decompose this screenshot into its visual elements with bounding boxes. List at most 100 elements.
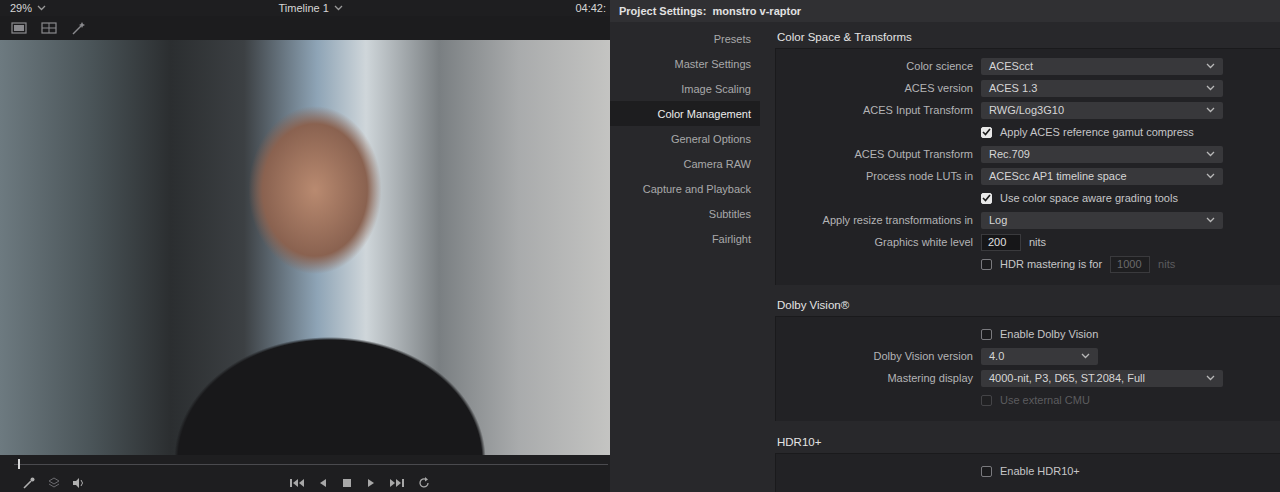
sidebar-item[interactable]: Color Management <box>610 101 760 126</box>
setting-row: Use external CMU <box>776 389 1280 411</box>
setting-control: ACEScc AP1 timeline space <box>981 168 1223 185</box>
dropdown-value: ACES 1.3 <box>989 82 1037 94</box>
setting-control: 200 nits <box>981 234 1046 251</box>
grid-viewer-icon[interactable] <box>41 22 57 34</box>
setting-row: Enable HDR10+ <box>776 460 1280 482</box>
chevron-down-icon[interactable] <box>37 5 46 11</box>
chevron-down-icon[interactable] <box>1081 353 1090 359</box>
chevron-down-icon[interactable] <box>1206 375 1215 381</box>
viewer-toolbar <box>0 16 610 40</box>
setting-control: Enable HDR10+ <box>981 465 1080 477</box>
scrubber[interactable] <box>0 455 610 474</box>
unit-label: nits <box>1029 236 1046 248</box>
dropdown[interactable]: ACEScc AP1 timeline space <box>981 168 1223 185</box>
dropdown[interactable]: 4.0 <box>981 348 1098 365</box>
transport-area <box>0 455 610 492</box>
setting-label: ACES version <box>776 82 973 94</box>
setting-label: Graphics white level <box>776 236 973 248</box>
reverse-play-icon[interactable] <box>318 478 328 488</box>
sidebar-item[interactable]: General Options <box>610 126 760 151</box>
speaker-icon[interactable] <box>72 477 86 489</box>
setting-row: Enable Dolby Vision <box>776 323 1280 345</box>
checkbox[interactable] <box>981 127 992 138</box>
settings-content: Color Space & TransformsColor scienceACE… <box>770 22 1280 492</box>
transport-controls <box>0 474 610 492</box>
setting-row: ACES version ACES 1.3 <box>776 77 1280 99</box>
dialog-title: Project Settings: monstro v-raptor <box>610 0 1280 22</box>
section-title: HDR10+ <box>775 431 1280 453</box>
playhead[interactable] <box>18 459 20 469</box>
checkbox-label[interactable]: Enable Dolby Vision <box>1000 328 1098 340</box>
loop-icon[interactable] <box>418 477 430 489</box>
dropdown[interactable]: Log <box>981 212 1223 229</box>
sidebar-item[interactable]: Presets <box>610 26 760 51</box>
scrubber-track <box>14 464 608 465</box>
dropdown-value: ACEScc AP1 timeline space <box>989 170 1127 182</box>
chevron-down-icon[interactable] <box>1206 173 1215 179</box>
sidebar-item[interactable]: Fairlight <box>610 226 760 251</box>
settings-sidebar: PresetsMaster SettingsImage ScalingColor… <box>610 22 770 492</box>
chevron-down-icon[interactable] <box>1206 151 1215 157</box>
magic-wand-icon[interactable] <box>71 21 87 35</box>
chevron-down-icon[interactable] <box>334 5 343 11</box>
stop-icon[interactable] <box>342 478 352 488</box>
dropdown[interactable]: ACEScct <box>981 58 1223 75</box>
timeline-name[interactable]: Timeline 1 <box>279 2 329 14</box>
setting-control: Use color space aware grading tools <box>981 192 1178 204</box>
dropdown[interactable]: Rec.709 <box>981 146 1223 163</box>
zoom-level[interactable]: 29% <box>10 2 32 14</box>
checkbox[interactable] <box>981 466 992 477</box>
setting-control: Apply ACES reference gamut compress <box>981 126 1194 138</box>
chevron-down-icon[interactable] <box>1206 217 1215 223</box>
settings-group: Enable Dolby Vision Dolby Vision version4… <box>775 316 1280 421</box>
settings-group: Enable HDR10+ <box>775 453 1280 492</box>
setting-row: Apply ACES reference gamut compress <box>776 121 1280 143</box>
layers-icon[interactable] <box>48 477 60 489</box>
dropdown[interactable]: ACES 1.3 <box>981 80 1223 97</box>
sidebar-item[interactable]: Image Scaling <box>610 76 760 101</box>
checkbox[interactable] <box>981 193 992 204</box>
checkbox-label[interactable]: HDR mastering is for <box>1000 258 1102 270</box>
setting-control: 4000-nit, P3, D65, ST.2084, Full <box>981 370 1223 387</box>
number-field[interactable]: 200 <box>981 234 1021 251</box>
last-frame-icon[interactable] <box>390 478 404 488</box>
chevron-down-icon[interactable] <box>1206 107 1215 113</box>
timecode: 04:42: <box>575 2 606 14</box>
section-title: Dolby Vision® <box>775 294 1280 316</box>
sidebar-item[interactable]: Subtitles <box>610 201 760 226</box>
checkbox <box>981 395 992 406</box>
settings-group: Color scienceACEScctACES versionACES 1.3… <box>775 48 1280 285</box>
setting-label: Process node LUTs in <box>776 170 973 182</box>
chevron-down-icon[interactable] <box>1206 85 1215 91</box>
dropdown-value: Rec.709 <box>989 148 1030 160</box>
first-frame-icon[interactable] <box>290 478 304 488</box>
eyedropper-icon[interactable] <box>22 477 36 489</box>
setting-row: Apply resize transformations in Log <box>776 209 1280 231</box>
setting-row: Dolby Vision version4.0 <box>776 345 1280 367</box>
sidebar-item[interactable]: Camera RAW <box>610 151 760 176</box>
sidebar-item[interactable]: Capture and Playback <box>610 176 760 201</box>
setting-row: ACES Input TransformRWG/Log3G10 <box>776 99 1280 121</box>
dropdown[interactable]: 4000-nit, P3, D65, ST.2084, Full <box>981 370 1223 387</box>
check-icon <box>982 194 991 202</box>
chevron-down-icon[interactable] <box>1206 63 1215 69</box>
single-viewer-icon[interactable] <box>11 22 27 34</box>
timecode-box: 04:42: <box>575 2 606 14</box>
sidebar-item[interactable]: Master Settings <box>610 51 760 76</box>
play-icon[interactable] <box>366 478 376 488</box>
checkbox[interactable] <box>981 259 992 270</box>
setting-control: Rec.709 <box>981 146 1223 163</box>
setting-row: ACES Output Transform Rec.709 <box>776 143 1280 165</box>
checkbox-label[interactable]: Enable HDR10+ <box>1000 465 1080 477</box>
checkbox-label[interactable]: Use color space aware grading tools <box>1000 192 1178 204</box>
setting-label: Apply resize transformations in <box>776 214 973 226</box>
checkbox[interactable] <box>981 329 992 340</box>
dropdown-value: Log <box>989 214 1007 226</box>
viewer-panel: 29% Timeline 1 04:42: <box>0 0 610 492</box>
checkbox-label[interactable]: Apply ACES reference gamut compress <box>1000 126 1194 138</box>
timeline-selector[interactable]: Timeline 1 <box>279 2 343 14</box>
check-icon <box>982 128 991 136</box>
dropdown[interactable]: RWG/Log3G10 <box>981 102 1223 119</box>
setting-label: ACES Output Transform <box>776 148 973 160</box>
zoom-control[interactable]: 29% <box>10 2 46 14</box>
